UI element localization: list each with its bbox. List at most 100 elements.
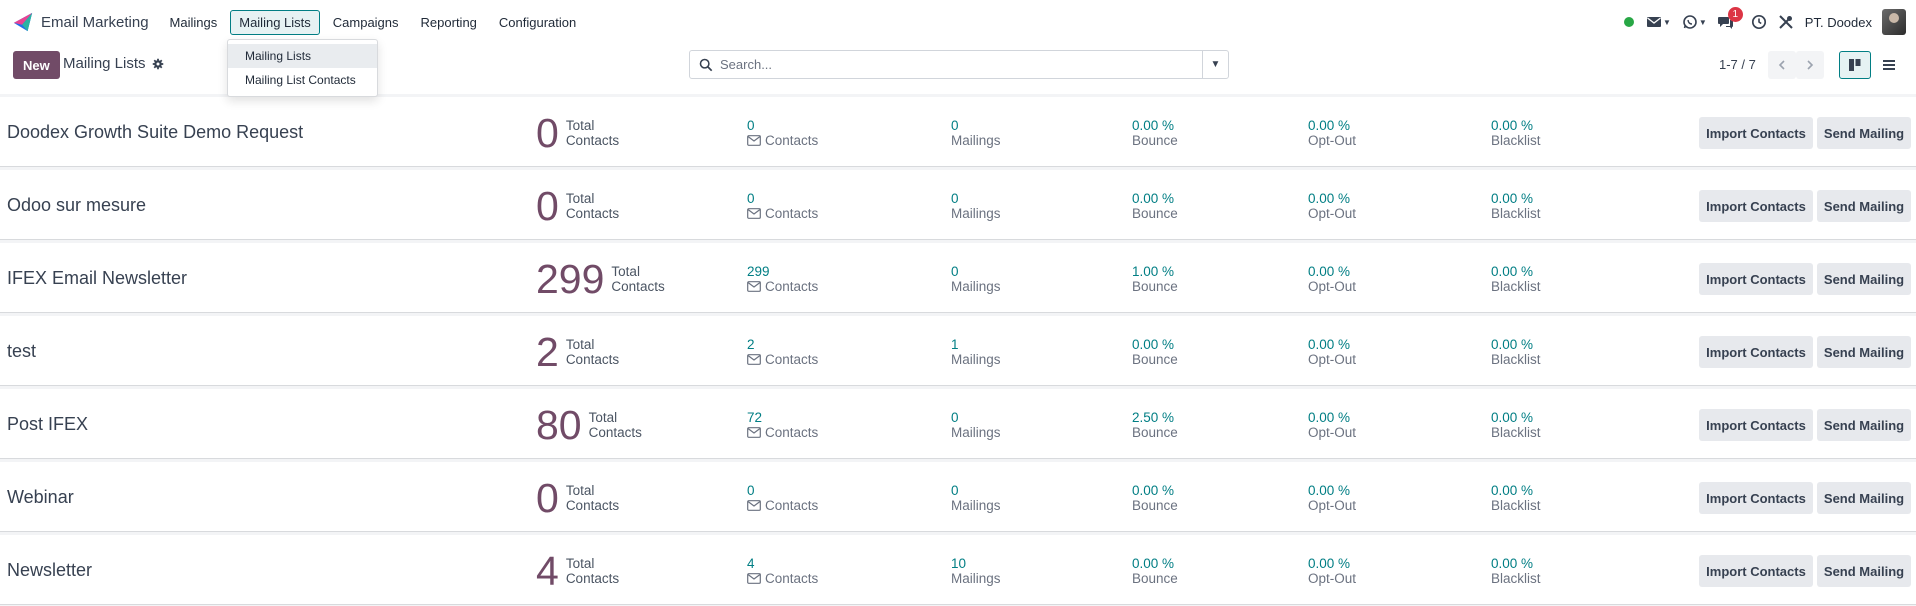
search-options-toggle[interactable]: ▼ [1202,51,1228,78]
stat-optout[interactable]: 0.00 % Opt-Out [1308,410,1356,440]
dropdown-item-mailing-list-contacts[interactable]: Mailing List Contacts [228,68,377,92]
stat-mailings-label-text: Mailings [951,498,1001,513]
import-contacts-button[interactable]: Import Contacts [1699,190,1813,222]
total-contacts[interactable]: 0 Total Contacts [536,478,619,519]
new-button[interactable]: New [13,51,60,79]
activities-menu[interactable] [1751,14,1767,30]
send-mailing-button[interactable]: Send Mailing [1817,336,1911,368]
stat-blacklist[interactable]: 0.00 % Blacklist [1491,337,1541,367]
mailing-list-name[interactable]: Newsletter [7,560,92,581]
total-contacts-label: Total Contacts [566,191,619,221]
stat-contacts[interactable]: 0 Contacts [747,118,818,148]
send-mailing-button[interactable]: Send Mailing [1817,263,1911,295]
stat-mailings[interactable]: 0 Mailings [951,483,1001,513]
import-contacts-button[interactable]: Import Contacts [1699,555,1813,587]
menu-reporting[interactable]: Reporting [412,10,486,35]
pager-previous-button[interactable] [1768,51,1796,79]
gear-icon[interactable] [152,58,164,70]
stat-bounce-label-text: Bounce [1132,279,1178,294]
total-contacts[interactable]: 299 Total Contacts [536,256,665,302]
send-mailing-button[interactable]: Send Mailing [1817,190,1911,222]
mailing-list-card[interactable]: Newsletter 4 Total Contacts 4 Contacts 10 Maili… [0,535,1916,605]
dropdown-item-mailing-lists[interactable]: Mailing Lists [228,44,377,68]
stat-bounce[interactable]: 0.00 % Bounce [1132,556,1178,586]
stat-optout[interactable]: 0.00 % Opt-Out [1308,191,1356,221]
stat-mailings[interactable]: 0 Mailings [951,264,1001,294]
mailing-list-name[interactable]: IFEX Email Newsletter [7,268,187,289]
stat-optout[interactable]: 0.00 % Opt-Out [1308,483,1356,513]
stat-optout[interactable]: 0.00 % Opt-Out [1308,337,1356,367]
import-contacts-button[interactable]: Import Contacts [1699,263,1813,295]
menu-campaigns[interactable]: Campaigns [324,10,408,35]
stat-bounce[interactable]: 0.00 % Bounce [1132,118,1178,148]
send-mailing-button[interactable]: Send Mailing [1817,409,1911,441]
stat-mailings[interactable]: 0 Mailings [951,191,1001,221]
company-switcher[interactable]: PT. Doodex [1805,15,1872,30]
total-contacts[interactable]: 4 Total Contacts [536,551,619,592]
stat-optout[interactable]: 0.00 % Opt-Out [1308,264,1356,294]
stat-bounce[interactable]: 0.00 % Bounce [1132,337,1178,367]
app-brand[interactable]: Email Marketing [12,11,149,33]
stat-bounce[interactable]: 0.00 % Bounce [1132,483,1178,513]
stat-contacts[interactable]: 72 Contacts [747,410,818,440]
stat-bounce[interactable]: 1.00 % Bounce [1132,264,1178,294]
stat-mailings[interactable]: 0 Mailings [951,410,1001,440]
menu-configuration[interactable]: Configuration [490,10,585,35]
stat-optout[interactable]: 0.00 % Opt-Out [1308,556,1356,586]
stat-blacklist[interactable]: 0.00 % Blacklist [1491,410,1541,440]
total-contacts[interactable]: 2 Total Contacts [536,332,619,373]
mailing-list-card[interactable]: Webinar 0 Total Contacts 0 Contacts 0 Mailings 0… [0,462,1916,532]
stat-contacts[interactable]: 299 Contacts [747,264,818,294]
mailing-list-name[interactable]: Post IFEX [7,414,88,435]
import-contacts-button[interactable]: Import Contacts [1699,336,1813,368]
user-avatar[interactable] [1882,9,1906,35]
import-contacts-button[interactable]: Import Contacts [1699,409,1813,441]
total-contacts[interactable]: 0 Total Contacts [536,186,619,227]
stat-mailings[interactable]: 1 Mailings [951,337,1001,367]
kanban-view-button[interactable] [1839,51,1871,79]
pager-next-button[interactable] [1796,51,1824,79]
debug-tools-menu[interactable] [1778,14,1794,30]
stat-blacklist[interactable]: 0.00 % Blacklist [1491,483,1541,513]
total-contacts[interactable]: 0 Total Contacts [536,113,619,154]
stat-blacklist-label-text: Blacklist [1491,279,1541,294]
send-mailing-button[interactable]: Send Mailing [1817,555,1911,587]
import-contacts-button[interactable]: Import Contacts [1699,482,1813,514]
mailing-list-card[interactable]: Doodex Growth Suite Demo Request 0 Total Co… [0,97,1916,167]
mailing-list-card[interactable]: Post IFEX 80 Total Contacts 72 Contacts 0 Maili… [0,389,1916,459]
total-contacts[interactable]: 80 Total Contacts [536,405,642,446]
mailing-list-name[interactable]: Webinar [7,487,74,508]
stat-optout[interactable]: 0.00 % Opt-Out [1308,118,1356,148]
mailing-list-name[interactable]: Odoo sur mesure [7,195,146,216]
whatsapp-icon [1683,15,1697,29]
mailing-list-card[interactable]: Odoo sur mesure 0 Total Contacts 0 Contacts 0 M… [0,170,1916,240]
messages-menu[interactable]: 1 [1717,7,1743,30]
send-mailing-button[interactable]: Send Mailing [1817,117,1911,149]
stat-contacts[interactable]: 0 Contacts [747,483,818,513]
send-mailing-button[interactable]: Send Mailing [1817,482,1911,514]
stat-mailings[interactable]: 0 Mailings [951,118,1001,148]
search-input[interactable] [720,57,1190,72]
stat-contacts[interactable]: 0 Contacts [747,191,818,221]
mailing-list-name[interactable]: test [7,341,36,362]
stat-bounce[interactable]: 2.50 % Bounce [1132,410,1178,440]
stat-blacklist[interactable]: 0.00 % Blacklist [1491,264,1541,294]
mailing-list-name[interactable]: Doodex Growth Suite Demo Request [7,122,303,143]
mailing-list-card[interactable]: IFEX Email Newsletter 299 Total Contacts 299… [0,243,1916,313]
stat-contacts[interactable]: 4 Contacts [747,556,818,586]
stat-blacklist[interactable]: 0.00 % Blacklist [1491,118,1541,148]
pager-value[interactable]: 1-7 / 7 [1719,57,1756,72]
total-contacts-count: 299 [536,256,605,302]
whatsapp-menu[interactable]: ▼ [1682,14,1707,30]
import-contacts-button[interactable]: Import Contacts [1699,117,1813,149]
email-menu[interactable]: ▼ [1646,14,1671,30]
menu-mailings[interactable]: Mailings [161,10,227,35]
stat-blacklist[interactable]: 0.00 % Blacklist [1491,556,1541,586]
menu-mailing-lists[interactable]: Mailing Lists [230,9,320,35]
stat-contacts[interactable]: 2 Contacts [747,337,818,367]
stat-blacklist[interactable]: 0.00 % Blacklist [1491,191,1541,221]
mailing-list-card[interactable]: test 2 Total Contacts 2 Contacts 1 Mailings 0.00… [0,316,1916,386]
stat-bounce[interactable]: 0.00 % Bounce [1132,191,1178,221]
list-view-button[interactable] [1873,51,1905,79]
stat-mailings[interactable]: 10 Mailings [951,556,1001,586]
